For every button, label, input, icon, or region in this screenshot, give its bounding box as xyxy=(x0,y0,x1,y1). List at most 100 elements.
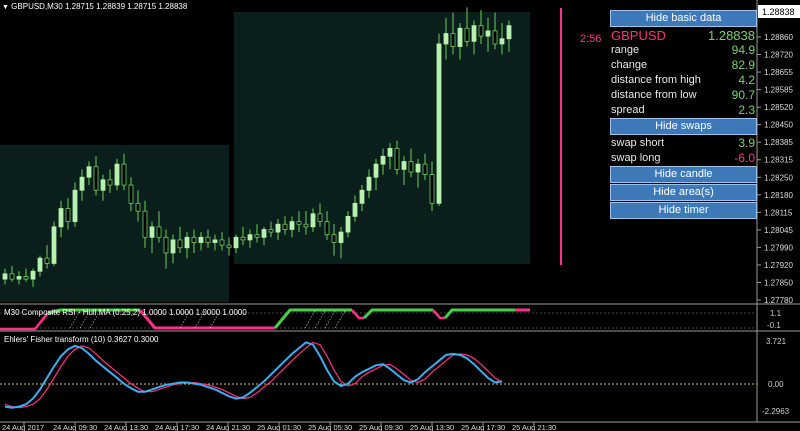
candle-body xyxy=(184,236,190,249)
hull-ma-line-up-3 xyxy=(362,308,433,320)
price-label: 1.28520 xyxy=(764,103,793,112)
change-row: change 82.9 xyxy=(609,58,756,73)
candle-body xyxy=(359,189,365,204)
candle-body xyxy=(471,25,477,42)
distance-high-label: distance from high xyxy=(611,74,701,86)
candle-body xyxy=(464,27,470,42)
candle-body xyxy=(121,163,127,186)
candle-body xyxy=(422,163,428,175)
basic-data-panel: Hide basic data GBPUSD 1.28838 range 94.… xyxy=(609,10,757,220)
chart-title: ▼ GBPUSD,M30 1.28715 1.28839 1.28715 1.2… xyxy=(2,2,187,11)
candle-body xyxy=(226,244,232,249)
swap-long-row: swap long -6.0 xyxy=(609,151,756,166)
price-label: 1.27780 xyxy=(764,296,793,305)
candle-body xyxy=(170,239,176,254)
hull-ma-line-up-4 xyxy=(443,308,515,319)
candle-body xyxy=(450,33,456,47)
candle-body xyxy=(212,239,218,243)
distance-low-row: distance from low 90.7 xyxy=(609,88,756,103)
time-label: 24 Aug 13:30 xyxy=(104,423,148,431)
price-label: 1.28585 xyxy=(764,86,793,95)
price-label: 1.27920 xyxy=(764,261,793,270)
chart-title-label: GBPUSD,M30 1.28715 1.28839 1.28715 1.288… xyxy=(11,2,188,11)
distance-low-value: 90.7 xyxy=(731,88,755,102)
candle-body xyxy=(261,229,267,238)
hull-level-top: 1.1 xyxy=(770,309,782,318)
price-label: 1.27850 xyxy=(764,278,793,287)
price-label: 1.28860 xyxy=(764,33,793,42)
candle-body xyxy=(198,236,204,243)
hide-swaps-button[interactable]: Hide swaps xyxy=(610,118,757,135)
candle-body xyxy=(254,234,260,238)
candle-body xyxy=(352,202,358,217)
range-value: 94.9 xyxy=(731,43,755,57)
candle-body xyxy=(135,202,141,212)
price-label: 1.28115 xyxy=(764,208,793,217)
symbol-row: GBPUSD 1.28838 xyxy=(609,28,756,43)
hull-indicator-title: M30 Composite RSI - Hull MA (0.25,2) 1.0… xyxy=(4,308,247,317)
candle-body xyxy=(86,166,92,178)
hull-ma-line-down-4 xyxy=(432,309,445,320)
candle-body xyxy=(443,33,449,45)
candle-body xyxy=(429,174,435,204)
fisher-signal-line xyxy=(4,341,503,409)
price-label: 1.28180 xyxy=(764,191,793,200)
candle-body xyxy=(9,273,15,280)
candle-body xyxy=(268,229,274,233)
swap-short-label: swap short xyxy=(611,137,665,149)
candle-body xyxy=(100,179,106,191)
candle-body xyxy=(156,226,162,238)
time-label: 25 Aug 01:30 xyxy=(257,423,301,431)
price-label: 1.28045 xyxy=(764,226,793,235)
range-row: range 94.9 xyxy=(609,43,756,58)
candle-body xyxy=(2,273,8,280)
candle-body xyxy=(415,163,421,173)
candle-body xyxy=(506,25,512,40)
symbol-name: GBPUSD xyxy=(611,28,666,43)
candle-body xyxy=(394,148,400,170)
candle-body xyxy=(163,236,169,254)
hide-basic-data-button[interactable]: Hide basic data xyxy=(610,10,757,27)
time-label: 24 Aug 2017 xyxy=(2,423,44,431)
candle-body xyxy=(324,221,330,236)
swap-short-row: swap short 3.9 xyxy=(609,136,756,151)
candle-body xyxy=(72,189,78,223)
candle-body xyxy=(310,213,316,228)
change-label: change xyxy=(611,59,648,71)
candle-body xyxy=(303,223,309,228)
candle-body xyxy=(65,208,71,223)
candle-body xyxy=(289,221,295,230)
hide-candle-button[interactable]: Hide candle xyxy=(610,166,757,183)
symbol-price: 1.28838 xyxy=(708,28,755,43)
candle-body xyxy=(107,179,113,186)
candle-body xyxy=(128,184,134,204)
spread-value: 2.3 xyxy=(738,103,755,117)
candle-body xyxy=(247,234,253,241)
hide-areas-button[interactable]: Hide area(s) xyxy=(610,184,757,201)
price-label: 1.28250 xyxy=(764,173,793,182)
fisher-line xyxy=(4,341,503,409)
candle-body xyxy=(142,210,148,238)
candle-body xyxy=(338,231,344,243)
time-label: 24 Aug 21:30 xyxy=(206,423,250,431)
hide-timer-button[interactable]: Hide timer xyxy=(610,202,757,219)
fisher-indicator-title: Ehlers' Fisher transform (10) 0.3627 0.3… xyxy=(4,335,159,344)
chart-dropdown-icon[interactable]: ▼ xyxy=(2,4,9,11)
fisher-level-bottom: -2.2963 xyxy=(762,407,790,416)
current-price-value: 1.28838 xyxy=(762,7,795,17)
candle-body xyxy=(492,30,498,45)
swap-long-label: swap long xyxy=(611,152,661,164)
candle-body xyxy=(436,43,442,204)
candle-body xyxy=(219,239,225,246)
hull-level-bottom: -0.1 xyxy=(767,321,781,330)
distance-high-value: 4.2 xyxy=(738,73,755,87)
candle-body xyxy=(30,270,36,280)
candle-body xyxy=(282,223,288,230)
candle-body xyxy=(233,236,239,249)
candle-body xyxy=(331,234,337,243)
candle-body xyxy=(345,215,351,233)
time-label: 25 Aug 13:30 xyxy=(410,423,454,431)
candle-body xyxy=(240,236,246,241)
price-label: 1.28385 xyxy=(764,138,793,147)
candle-body xyxy=(51,226,57,264)
